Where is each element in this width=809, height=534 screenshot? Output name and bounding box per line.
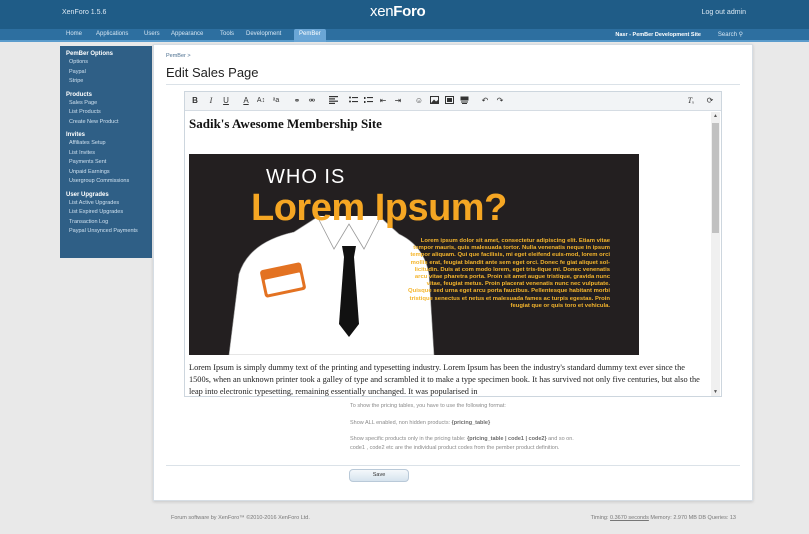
sidebar: PemBer Options Options Paypal Stripe Pro… [60,46,152,258]
editor-toolbar: B I U A A↕ ᵃa ⚭ ⚮ ⇤ ⇥ ☺ ↶ ↷ Tₓ ⟳ [185,92,721,111]
tab-tools[interactable]: Tools [220,31,234,37]
sidebar-item-unpaid-earnings[interactable]: Unpaid Earnings [66,168,152,178]
tab-appearance[interactable]: Appearance [171,31,203,37]
remove-format-icon[interactable]: Tₓ [685,95,697,107]
editor-scrollbar[interactable]: ▲ ▼ [711,112,720,396]
align-icon[interactable] [327,95,339,107]
main-panel: PemBer > Edit Sales Page B I U A A↕ ᵃa ⚭… [153,44,753,501]
tab-applications[interactable]: Applications [96,31,128,37]
tab-pember[interactable]: PemBer [294,29,326,42]
page-title: Edit Sales Page [166,65,259,80]
hint-specific-products: Show specific products only in the prici… [350,436,574,442]
sidebar-item-sales-page[interactable]: Sales Page [66,99,152,109]
font-color-icon[interactable]: A [240,95,252,107]
unlink-icon[interactable]: ⚮ [306,95,318,107]
save-button[interactable]: Save [349,469,409,482]
sidebar-item-paypal-unsynced[interactable]: Paypal Unsynced Payments [66,227,152,237]
sidebar-item-options[interactable]: Options [66,58,152,68]
italic-icon[interactable]: I [205,95,217,107]
content-heading: Sadik's Awesome Membership Site [189,116,382,131]
hint-all-products: Show ALL enabled, non hidden products: {… [350,420,491,426]
search-icon: ⚲ [738,32,743,38]
sidebar-item-expired-upgrades[interactable]: List Expired Upgrades [66,208,152,218]
hero-paragraph: Lorem ipsum dolor sit amet, consectetur … [408,238,610,309]
bullet-list-icon[interactable] [347,95,359,107]
sidebar-heading-products: Products [66,91,93,98]
sidebar-item-create-product[interactable]: Create New Product [66,118,152,128]
numbered-list-icon[interactable] [362,95,374,107]
tab-users[interactable]: Users [144,31,160,37]
sidebar-item-active-upgrades[interactable]: List Active Upgrades [66,199,152,209]
redo-icon[interactable]: ↷ [494,95,506,107]
font-family-icon[interactable]: ᵃa [270,95,282,107]
hero-who-text: WHO IS [266,166,346,188]
rich-text-editor[interactable]: B I U A A↕ ᵃa ⚭ ⚮ ⇤ ⇥ ☺ ↶ ↷ Tₓ ⟳ Sadik's… [184,91,722,397]
site-link[interactable]: Nasr - PemBer Development Site [615,32,701,38]
hint-format: To show the pricing tables, you have to … [350,403,506,409]
indent-icon[interactable]: ⇥ [392,95,404,107]
undo-icon[interactable]: ↶ [479,95,491,107]
underline-icon[interactable]: U [220,95,232,107]
font-size-icon[interactable]: A↕ [255,95,267,107]
toggle-bbcode-icon[interactable]: ⟳ [704,95,716,107]
hint-product-codes: code1 , code2 etc are the individual pro… [350,445,560,451]
editor-content[interactable]: Sadik's Awesome Membership Site WHO IS L… [189,112,709,396]
scroll-up-icon[interactable]: ▲ [711,112,720,120]
sidebar-heading-invites: Invites [66,132,86,138]
sidebar-item-list-products[interactable]: List Products [66,108,152,118]
hero-lorem-text: Lorem Ipsum? [251,187,507,229]
sidebar-item-usergroup-commissions[interactable]: Usergroup Commissions [66,177,152,187]
tab-development[interactable]: Development [246,31,281,37]
footer-copyright[interactable]: Forum software by XenForo™ ©2010-2016 Xe… [171,515,310,521]
scroll-thumb[interactable] [712,123,719,233]
sidebar-heading-pember-options: PemBer Options [66,51,114,57]
main-nav: Home Applications Users Appearance Tools… [0,29,809,42]
image-icon[interactable] [428,95,440,107]
top-bar: XenForo 1.5.6 xenForo Log out admin [0,0,809,29]
insert-icon[interactable] [458,95,470,107]
hero-image: WHO IS Lorem Ipsum? Lorem ipsum dolor si… [189,154,639,355]
tab-home[interactable]: Home [66,31,82,37]
save-divider [166,465,740,466]
xenforo-logo[interactable]: xenForo [370,3,426,20]
bold-icon[interactable]: B [189,95,201,107]
title-divider [166,84,740,85]
breadcrumb[interactable]: PemBer > [166,53,191,59]
sidebar-item-stripe[interactable]: Stripe [66,77,152,87]
sidebar-item-affiliates-setup[interactable]: Affiliates Setup [66,139,152,149]
footer-debug-stats: Timing: 0.3670 seconds Memory: 2.970 MB … [590,515,736,521]
sidebar-item-paypal[interactable]: Paypal [66,68,152,78]
outdent-icon[interactable]: ⇤ [377,95,389,107]
link-icon[interactable]: ⚭ [291,95,303,107]
timing-link[interactable]: 0.3670 seconds [610,515,649,521]
sidebar-item-list-invites[interactable]: List Invites [66,149,152,159]
smilie-icon[interactable]: ☺ [413,95,425,107]
sidebar-item-transaction-log[interactable]: Transaction Log [66,218,152,228]
media-icon[interactable] [443,95,455,107]
logout-link[interactable]: Log out admin [702,9,746,16]
scroll-down-icon[interactable]: ▼ [711,388,720,396]
version-label: XenForo 1.5.6 [62,9,107,16]
sidebar-item-payments-sent[interactable]: Payments Sent [66,158,152,168]
search-button[interactable]: Search ⚲ [718,31,743,38]
sidebar-heading-user-upgrades: User Upgrades [66,191,109,198]
content-paragraph: Lorem Ipsum is simply dummy text of the … [189,363,700,396]
